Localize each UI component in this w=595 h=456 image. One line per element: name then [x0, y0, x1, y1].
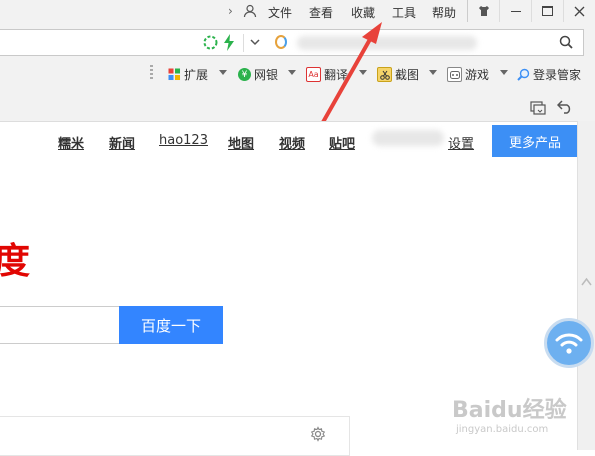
lightning-icon[interactable]: [223, 34, 235, 54]
yen-shield-icon: ¥: [238, 68, 251, 81]
search-input[interactable]: [0, 306, 119, 344]
maximize-icon: [542, 6, 553, 16]
login-link-redacted[interactable]: [372, 130, 444, 146]
security-icon[interactable]: [203, 35, 218, 53]
screenshot-button[interactable]: 截图: [377, 66, 419, 83]
extensions-label: 扩展: [184, 68, 209, 82]
screenshot-label: 截图: [395, 68, 420, 82]
nav-video[interactable]: 视频: [279, 133, 305, 152]
login-manager-label: 登录管家: [533, 68, 582, 82]
close-icon: [574, 6, 585, 16]
menu-tools[interactable]: 工具: [392, 4, 416, 21]
shirt-icon: [478, 6, 489, 16]
login-manager-button[interactable]: 登录管家: [517, 66, 581, 83]
extensions-button[interactable]: 扩展: [168, 66, 208, 83]
maximize-button[interactable]: [531, 0, 563, 22]
more-products-button[interactable]: 更多产品: [492, 125, 578, 157]
watermark-logo: Baidu经验: [452, 398, 567, 423]
search-icon[interactable]: [559, 35, 573, 52]
address-bar[interactable]: [0, 29, 584, 56]
translate-dropdown-icon[interactable]: [359, 70, 367, 75]
ebank-label: 网银: [254, 68, 279, 82]
window-controls: [467, 0, 595, 22]
screenshot-dropdown-icon[interactable]: [429, 70, 437, 75]
ebank-button[interactable]: ¥ 网银: [238, 66, 278, 83]
extensions-icon: [168, 68, 181, 81]
scroll-up-icon[interactable]: [581, 277, 592, 287]
gamepad-icon: [447, 67, 462, 82]
extensions-dropdown-icon[interactable]: [219, 70, 227, 75]
close-button[interactable]: [563, 0, 595, 22]
nav-tieba[interactable]: 贴吧: [329, 133, 355, 152]
divider: [243, 34, 244, 52]
browser-chrome: › 文件 查看 收藏 工具 帮助 扩展 ¥ 网银 Aa 翻译 截图 游戏 登录管…: [0, 0, 595, 121]
games-button[interactable]: 游戏: [447, 66, 489, 83]
menu-view[interactable]: 查看: [309, 4, 333, 21]
nav-hao123[interactable]: hao123: [159, 133, 208, 148]
search-button[interactable]: 百度一下: [119, 306, 223, 344]
games-dropdown-icon[interactable]: [500, 70, 508, 75]
minimize-button[interactable]: [499, 0, 531, 22]
search-placeholder-redacted: [297, 36, 477, 50]
key-search-icon: [517, 68, 530, 81]
menu-help[interactable]: 帮助: [432, 4, 456, 21]
translate-button[interactable]: Aa 翻译: [306, 66, 348, 83]
chevron-down-icon[interactable]: [249, 36, 261, 51]
wifi-icon: [555, 333, 583, 354]
games-label: 游戏: [465, 68, 490, 82]
undo-icon[interactable]: [556, 100, 573, 117]
toolbar: 扩展 ¥ 网银 Aa 翻译 截图 游戏 登录管家: [0, 60, 595, 88]
skin-button[interactable]: [468, 0, 499, 22]
gear-icon[interactable]: [310, 426, 326, 442]
nav-map[interactable]: 地图: [228, 133, 254, 152]
translate-label: 翻译: [324, 68, 349, 82]
window-list-icon[interactable]: [530, 101, 546, 118]
ebank-dropdown-icon[interactable]: [288, 70, 296, 75]
menu-favorites[interactable]: 收藏: [351, 4, 375, 21]
nav-news[interactable]: 新闻: [109, 133, 135, 152]
baidu-logo: 度: [0, 240, 31, 282]
menu-file[interactable]: 文件: [268, 4, 292, 21]
minimize-icon: [510, 10, 521, 12]
search-engine-icon[interactable]: [275, 35, 287, 49]
user-icon[interactable]: [243, 4, 257, 18]
chevron-right-icon[interactable]: ›: [228, 4, 233, 18]
wifi-float-button[interactable]: [544, 318, 594, 368]
scissors-icon: [377, 67, 392, 82]
news-panel: [0, 416, 350, 456]
menu-bar: › 文件 查看 收藏 工具 帮助: [0, 0, 595, 24]
translate-icon: Aa: [306, 67, 321, 82]
watermark-url: jingyan.baidu.com: [456, 424, 549, 435]
vertical-scrollbar[interactable]: [577, 121, 595, 450]
nav-settings[interactable]: 设置: [448, 133, 474, 152]
nav-nuomi[interactable]: 糯米: [58, 133, 84, 152]
